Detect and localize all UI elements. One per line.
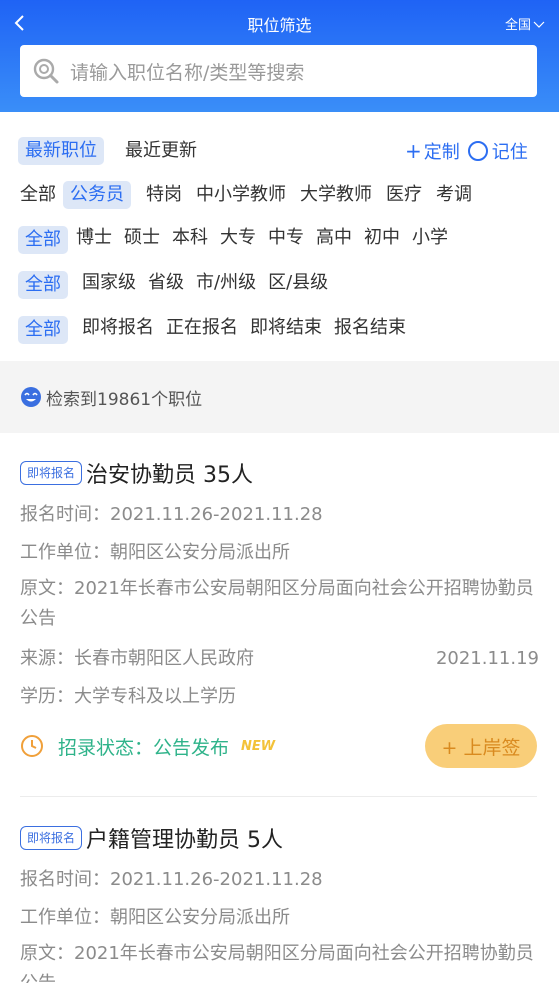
level-national[interactable]: 国家级: [78, 271, 140, 299]
radio-circle-icon: [467, 141, 488, 161]
education-secondary[interactable]: 中专: [260, 226, 312, 254]
job-card[interactable]: 即将报名 户籍管理协勤员 5人 报名时间：2021.11.26-2021.11.…: [0, 821, 559, 983]
signup-time: 报名时间：2021.11.26-2021.11.28: [20, 869, 323, 890]
education-bachelor[interactable]: 本科: [164, 226, 216, 254]
signup-closed[interactable]: 报名结束: [330, 316, 410, 344]
signup-open[interactable]: 正在报名: [162, 316, 242, 344]
education-master[interactable]: 硕士: [116, 226, 168, 254]
land-sign-button[interactable]: + 上岸签: [425, 724, 537, 768]
signup-ending[interactable]: 即将结束: [246, 316, 326, 344]
signup-upcoming[interactable]: 即将报名: [78, 316, 158, 344]
education-doctor[interactable]: 博士: [68, 226, 120, 254]
source-announcement: 原文：2021年长春市公安局朝阳区分局面向社会公开招聘协勤员公告: [20, 578, 534, 629]
source-row: 来源：长春市朝阳区人民政府 2021.11.19: [20, 646, 539, 672]
remember-toggle[interactable]: 记住: [460, 138, 528, 164]
sort-row: 最新职位 最近更新 + 定制 记住: [18, 136, 528, 166]
chevron-down-icon: [533, 21, 545, 28]
customize-button[interactable]: + 定制: [405, 138, 460, 164]
category-special-post[interactable]: 特岗: [139, 181, 189, 209]
source-org: 来源：长春市朝阳区人民政府: [20, 648, 254, 669]
job-card-header: 即将报名 治安协勤员 35人: [20, 456, 539, 490]
category-transfer[interactable]: 考调: [429, 181, 479, 209]
card-divider: [20, 796, 537, 797]
signup-status-row: 全部 即将报名 正在报名 即将结束 报名结束: [18, 315, 424, 345]
publish-date: 2021.11.19: [435, 648, 539, 669]
level-all[interactable]: 全部: [18, 271, 68, 299]
education-middle-school[interactable]: 初中: [356, 226, 408, 254]
category-row: 全部 公务员 特岗 中小学教师 大学教师 医疗 考调: [20, 180, 493, 210]
source-announcement: 原文：2021年长春市公安局朝阳区分局面向社会公开招聘协勤员公告: [20, 943, 534, 983]
education-requirement: 学历：大学专科及以上学历: [20, 686, 236, 707]
employer: 工作单位：朝阳区公安分局派出所: [20, 542, 290, 563]
signup-status-tag: 即将报名: [20, 461, 83, 485]
education-high-school[interactable]: 高中: [308, 226, 360, 254]
result-count-text: 检索到19861个职位: [46, 389, 203, 410]
job-card[interactable]: 即将报名 治安协勤员 35人 报名时间：2021.11.26-2021.11.2…: [0, 456, 559, 768]
job-title: 户籍管理协勤员 5人: [86, 828, 284, 853]
sort-tab-latest[interactable]: 最新职位: [18, 137, 104, 165]
level-district[interactable]: 区/县级: [264, 271, 332, 299]
job-card-header: 即将报名 户籍管理协勤员 5人: [20, 821, 539, 855]
education-college[interactable]: 大专: [212, 226, 264, 254]
job-title: 治安协勤员 35人: [86, 463, 254, 488]
level-row: 全部 国家级 省级 市/州级 区/县级: [18, 270, 346, 300]
search-icon: [33, 58, 59, 84]
category-school-teacher[interactable]: 中小学教师: [189, 181, 293, 209]
region-selector[interactable]: 全国: [505, 14, 545, 33]
result-summary-bar: 检索到19861个职位: [0, 361, 559, 433]
plus-icon: +: [405, 139, 422, 163]
region-label: 全国: [504, 18, 531, 33]
customize-label: 定制: [423, 142, 460, 163]
remember-label: 记住: [491, 142, 528, 163]
search-bar[interactable]: 请输入职位名称/类型等搜索: [20, 45, 537, 97]
signup-all[interactable]: 全部: [18, 316, 68, 344]
signup-time: 报名时间：2021.11.26-2021.11.28: [20, 504, 323, 525]
page-title: 职位筛选: [247, 16, 312, 35]
search-placeholder: 请输入职位名称/类型等搜索: [70, 61, 305, 84]
level-city[interactable]: 市/州级: [192, 271, 260, 299]
new-badge: NEW: [241, 738, 276, 754]
recruit-status-row: 招录状态：公告发布 NEW + 上岸签: [20, 724, 539, 768]
smile-face-icon: [21, 387, 41, 407]
education-primary[interactable]: 小学: [404, 226, 456, 254]
category-all[interactable]: 全部: [20, 181, 63, 209]
recruit-status: 招录状态：公告发布: [58, 736, 230, 759]
clock-icon: [21, 735, 43, 757]
education-all[interactable]: 全部: [18, 226, 68, 254]
employer: 工作单位：朝阳区公安分局派出所: [20, 907, 290, 928]
sort-tab-updated[interactable]: 最近更新: [118, 137, 204, 165]
signup-status-tag: 即将报名: [20, 826, 83, 850]
app-header: 职位筛选 全国 请输入职位名称/类型等搜索: [0, 0, 559, 112]
category-civil-servant[interactable]: 公务员: [63, 181, 131, 209]
category-medical[interactable]: 医疗: [379, 181, 429, 209]
level-province[interactable]: 省级: [144, 271, 188, 299]
category-university-teacher[interactable]: 大学教师: [293, 181, 379, 209]
education-row: 全部 博士 硕士 本科 大专 中专 高中 初中 小学: [18, 225, 470, 255]
